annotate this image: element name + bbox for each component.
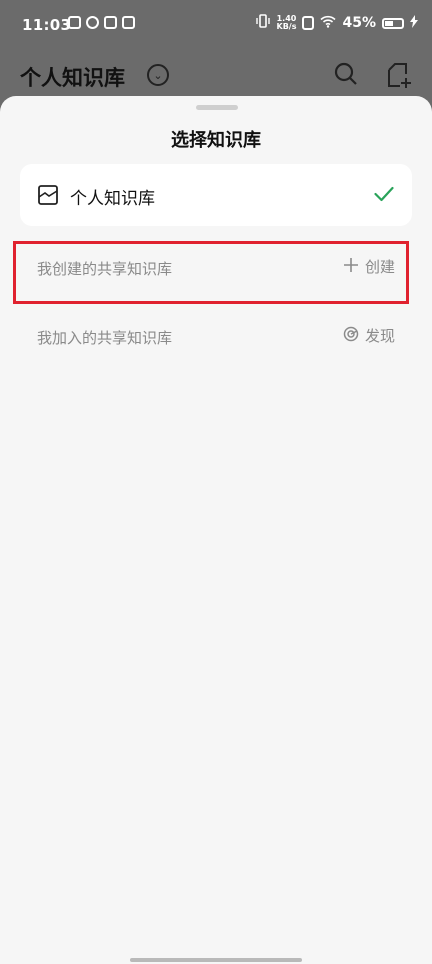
section-label: 我加入的共享知识库 xyxy=(37,329,173,347)
new-document-icon[interactable] xyxy=(386,62,412,92)
notification-icon xyxy=(104,16,117,29)
checkmark-icon xyxy=(374,186,394,206)
notification-icon xyxy=(86,16,99,29)
sim-icon xyxy=(302,16,315,30)
status-bar: 11:03 1.40 KB/s 45% xyxy=(0,0,432,50)
network-speed: 1.40 KB/s xyxy=(276,14,297,31)
discover-button-label: 发现 xyxy=(364,327,395,345)
vibrate-icon xyxy=(255,14,271,32)
notification-icon xyxy=(68,16,81,29)
page-title: 个人知识库 xyxy=(20,66,125,90)
charging-icon xyxy=(410,14,418,32)
status-right-group: 1.40 KB/s 45% xyxy=(255,14,418,32)
highlight-box xyxy=(13,241,409,304)
sheet-drag-handle[interactable] xyxy=(196,105,238,110)
status-time: 11:03 xyxy=(22,16,72,34)
discover-icon xyxy=(343,326,359,346)
wifi-icon xyxy=(320,15,337,32)
search-icon[interactable] xyxy=(334,62,358,90)
knowledge-base-label: 个人知识库 xyxy=(70,189,155,209)
select-knowledge-base-sheet: 选择知识库 个人知识库 我创建的共享知识库 创建 我加入的共享知识库 发现 xyxy=(0,96,432,964)
gesture-navigation-bar[interactable] xyxy=(130,958,302,962)
battery-icon xyxy=(382,17,404,29)
section-joined-shared-kb: 我加入的共享知识库 发现 xyxy=(20,313,412,361)
discover-button[interactable]: 发现 xyxy=(343,325,395,346)
notification-icon xyxy=(122,16,135,29)
knowledge-base-icon xyxy=(38,185,58,209)
battery-percent: 45% xyxy=(342,15,376,31)
chevron-down-icon[interactable]: ⌄ xyxy=(147,64,169,86)
knowledge-base-item-personal[interactable]: 个人知识库 xyxy=(20,164,412,226)
sheet-title: 选择知识库 xyxy=(171,130,261,151)
